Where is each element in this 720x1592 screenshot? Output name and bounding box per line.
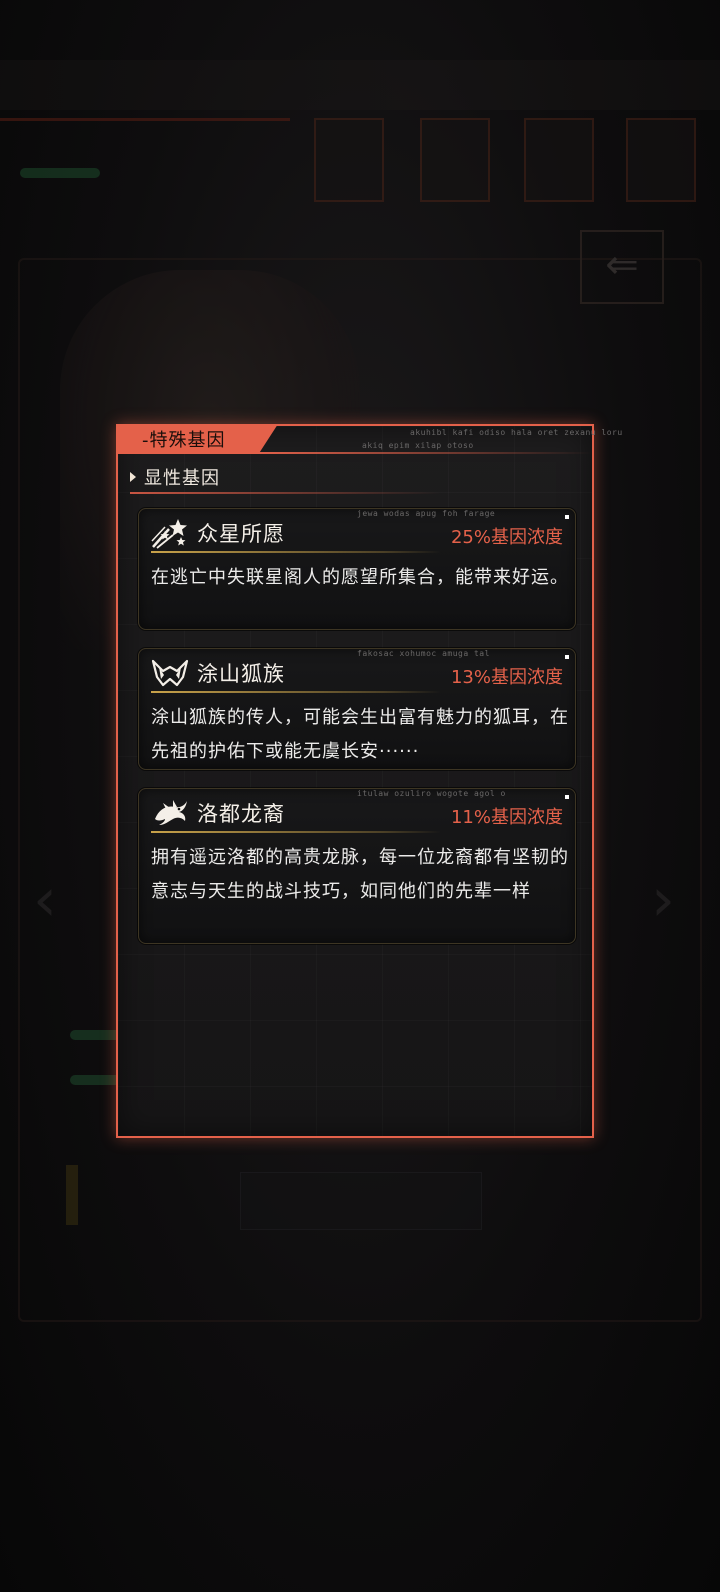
gene-concentration: 13%基因浓度 bbox=[450, 667, 563, 688]
card-corner-marker bbox=[565, 655, 569, 659]
special-gene-panel: -特殊基因 akuhibl kafi odiso hala oret zexan… bbox=[116, 424, 622, 1138]
game-screen: ‹ › ⇐ -特殊基因 akuhibl kafi odiso hala oret… bbox=[0, 0, 720, 1592]
dominant-gene-header: 显性基因 bbox=[130, 462, 220, 492]
card-corner-marker bbox=[565, 795, 569, 799]
tab-underline bbox=[258, 452, 592, 454]
gene-title: 洛都龙裔 bbox=[197, 802, 285, 826]
gene-description: 在逃亡中失联星阁人的愿望所集合，能带来好运。 bbox=[151, 567, 569, 588]
background-bar bbox=[20, 168, 100, 178]
background-back-icon: ⇐ bbox=[580, 230, 664, 304]
gene-card-divider bbox=[151, 831, 441, 833]
background-button bbox=[240, 1172, 482, 1230]
gene-card-divider bbox=[151, 691, 441, 693]
gene-card[interactable]: itulaw ozuliro wogote agol o 洛都龙裔 11%基因浓… bbox=[138, 788, 576, 944]
background-slot bbox=[626, 118, 696, 202]
background-marker bbox=[66, 1165, 78, 1225]
gene-concentration: 11%基因浓度 bbox=[450, 807, 563, 828]
background-divider bbox=[0, 118, 290, 121]
gene-card-header: 众星所愿 25%基因浓度 bbox=[151, 515, 563, 549]
background-slot bbox=[314, 118, 384, 202]
shooting-stars-icon bbox=[151, 519, 187, 549]
section-underline bbox=[130, 492, 440, 494]
card-corner-marker bbox=[565, 515, 569, 519]
decorative-text: akuhibl kafi odiso hala oret zexanu loru bbox=[410, 428, 623, 437]
gene-description: 涂山狐族的传人，可能会生出富有魅力的狐耳，在先祖的护佑下或能无虞长安······ bbox=[151, 707, 569, 762]
background-slot bbox=[420, 118, 490, 202]
background-prev-arrow-icon: ‹ bbox=[33, 865, 57, 935]
gene-card-header: 洛都龙裔 11%基因浓度 bbox=[151, 795, 563, 829]
gene-card[interactable]: jewa wodas apug foh farage 众星所愿 25%基因浓度 … bbox=[138, 508, 576, 630]
gene-card[interactable]: fakosac xohumoc amuga tal 涂山狐族 13%基因浓度 涂… bbox=[138, 648, 576, 770]
panel-tab: -特殊基因 bbox=[116, 424, 278, 454]
background-topbar bbox=[0, 60, 720, 110]
gene-description: 拥有遥远洛都的高贵龙脉，每一位龙裔都有坚韧的意志与天生的战斗技巧，如同他们的先辈… bbox=[151, 847, 569, 902]
gene-title: 涂山狐族 bbox=[197, 662, 285, 686]
panel-tab-title: -特殊基因 bbox=[142, 430, 226, 451]
triangle-bullet-icon bbox=[130, 472, 136, 482]
section-title: 显性基因 bbox=[144, 468, 220, 489]
decorative-text: akiq epim xilap otoso bbox=[362, 441, 474, 450]
gene-card-header: 涂山狐族 13%基因浓度 bbox=[151, 655, 563, 689]
background-next-arrow-icon: › bbox=[651, 865, 675, 935]
gene-concentration: 25%基因浓度 bbox=[450, 527, 563, 548]
gene-card-divider bbox=[151, 551, 441, 553]
background-slot bbox=[524, 118, 594, 202]
fox-ears-icon bbox=[151, 659, 189, 687]
gene-title: 众星所愿 bbox=[197, 522, 285, 546]
dragon-icon bbox=[155, 800, 187, 825]
